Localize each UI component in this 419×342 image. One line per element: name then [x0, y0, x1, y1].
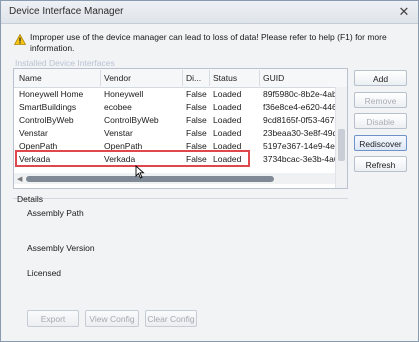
export-button[interactable]: Export	[27, 310, 79, 327]
remove-button[interactable]: Remove	[354, 92, 407, 108]
assembly-version-label: Assembly Version	[27, 243, 95, 253]
add-button[interactable]: Add	[354, 70, 407, 86]
cell-vendor: Honeywell	[104, 89, 144, 99]
horizontal-scroll-thumb[interactable]	[26, 176, 274, 182]
device-interface-manager-window: Device Interface Manager ✕ Improper use …	[0, 0, 419, 342]
cell-name: ControlByWeb	[19, 115, 74, 125]
cell-status: Loaded	[213, 115, 242, 125]
column-header-disabled[interactable]: Di...	[186, 73, 201, 83]
column-header-guid[interactable]: GUID	[263, 73, 284, 83]
warning-icon	[14, 34, 26, 45]
cell-vendor: ControlByWeb	[104, 115, 159, 125]
table-row[interactable]: Venstar Venstar False Loaded 23beaa30-3e…	[14, 127, 336, 140]
disable-button[interactable]: Disable	[354, 113, 407, 129]
cell-guid: 5197e367-14e9-4e9	[263, 141, 336, 151]
column-divider	[100, 70, 101, 86]
cell-guid: 9cd8165f-0f53-4675	[263, 115, 336, 125]
cell-disabled: False	[186, 89, 207, 99]
cell-name: SmartBuildings	[19, 102, 77, 112]
horizontal-scrollbar[interactable]: ◀	[14, 173, 336, 184]
cell-disabled: False	[186, 115, 207, 125]
rediscover-button[interactable]: Rediscover	[354, 135, 407, 151]
cell-guid: 89f5980c-8b2e-4ab5	[263, 89, 336, 99]
cell-guid: f36e8ce4-e620-446b	[263, 102, 336, 112]
licensed-label: Licensed	[27, 268, 62, 278]
cell-vendor: ecobee	[104, 102, 132, 112]
window-title: Device Interface Manager	[9, 6, 124, 17]
cell-vendor: Venstar	[104, 128, 133, 138]
details-label: Details	[17, 194, 43, 204]
assembly-path-label: Assembly Path	[27, 208, 84, 218]
cell-status: Loaded	[213, 102, 242, 112]
column-header-name[interactable]: Name	[19, 73, 42, 83]
column-divider	[182, 70, 183, 86]
table-row[interactable]: SmartBuildings ecobee False Loaded f36e8…	[14, 101, 336, 114]
cell-disabled: False	[186, 128, 207, 138]
clear-config-button[interactable]: Clear Config	[145, 310, 197, 327]
column-divider	[209, 70, 210, 86]
scroll-left-icon[interactable]: ◀	[17, 175, 22, 183]
row-highlight-annotation	[15, 150, 250, 167]
cell-guid: 23beaa30-3e8f-49d5	[263, 128, 336, 138]
mouse-cursor-icon	[135, 165, 145, 179]
table-row[interactable]: Honeywell Home Honeywell False Loaded 89…	[14, 88, 336, 101]
cell-name: Venstar	[19, 128, 48, 138]
view-config-button[interactable]: View Config	[85, 310, 139, 327]
cell-name: Honeywell Home	[19, 89, 84, 99]
cell-disabled: False	[186, 102, 207, 112]
table-row[interactable]: ControlByWeb ControlByWeb False Loaded 9…	[14, 114, 336, 127]
column-divider	[259, 70, 260, 86]
cell-status: Loaded	[213, 128, 242, 138]
vertical-scrollbar[interactable]	[335, 87, 347, 188]
close-icon[interactable]: ✕	[396, 4, 412, 20]
installed-interfaces-label: Installed Device Interfaces	[15, 58, 115, 68]
column-header-vendor[interactable]: Vendor	[104, 73, 131, 83]
device-interfaces-grid[interactable]: Name Vendor Di... Status GUID Honeywell …	[13, 68, 348, 189]
grid-header: Name Vendor Di... Status GUID	[14, 69, 347, 88]
title-bar: Device Interface Manager ✕	[1, 1, 418, 24]
vertical-scroll-thumb[interactable]	[338, 129, 345, 161]
column-header-status[interactable]: Status	[213, 73, 237, 83]
cell-status: Loaded	[213, 89, 242, 99]
warning-message: Improper use of the device manager can l…	[30, 32, 387, 53]
cell-guid: 3734bcac-3e3b-4a61	[263, 154, 336, 164]
refresh-button[interactable]: Refresh	[354, 156, 407, 172]
